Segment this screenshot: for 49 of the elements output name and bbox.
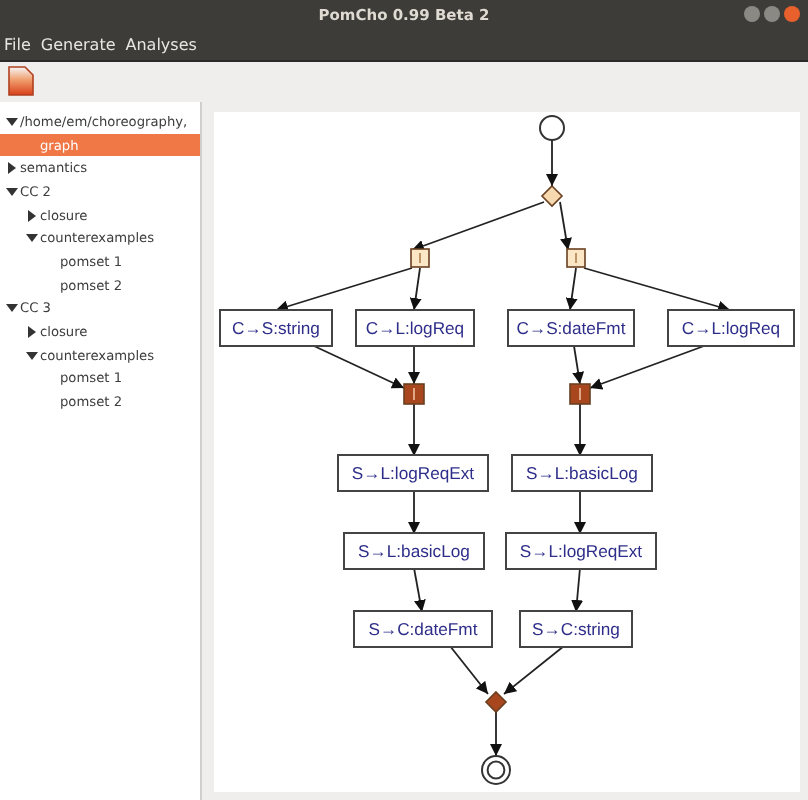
minimize-button[interactable] bbox=[744, 6, 760, 22]
collapsed-arrow-icon[interactable] bbox=[26, 326, 38, 339]
message-node: S→C:string bbox=[519, 610, 633, 648]
expanded-arrow-icon[interactable] bbox=[6, 115, 18, 128]
message-node: C→L:logReq bbox=[355, 309, 475, 347]
fork-gate bbox=[566, 248, 586, 268]
edge-arrow bbox=[574, 403, 586, 457]
message-node: C→L:logReq bbox=[667, 309, 795, 347]
edge-arrow bbox=[574, 489, 586, 535]
edge-arrow bbox=[408, 345, 420, 385]
edge-arrow bbox=[572, 345, 585, 385]
edge-arrow bbox=[411, 201, 545, 252]
expanded-arrow-icon[interactable] bbox=[26, 232, 38, 245]
menu-item[interactable]: File bbox=[4, 35, 31, 53]
expanded-arrow-icon[interactable] bbox=[6, 185, 18, 198]
expanded-arrow-icon[interactable] bbox=[26, 349, 38, 362]
edge-arrow bbox=[571, 567, 584, 613]
collapsed-arrow-icon[interactable] bbox=[26, 209, 38, 222]
choice-gate bbox=[540, 184, 564, 208]
fork-gate bbox=[410, 248, 430, 268]
message-node: C→S:string bbox=[219, 309, 333, 347]
join-gate bbox=[569, 383, 591, 405]
edge-arrow bbox=[565, 267, 578, 311]
menu-item[interactable]: Generate bbox=[40, 35, 116, 53]
message-node: S→L:logReqExt bbox=[505, 532, 657, 570]
message-node: S→C:dateFmt bbox=[353, 610, 493, 648]
collapsed-arrow-icon[interactable] bbox=[6, 162, 18, 175]
message-node: C→S:dateFmt bbox=[507, 309, 635, 347]
expanded-arrow-icon[interactable] bbox=[6, 302, 18, 315]
edge-arrow bbox=[449, 645, 489, 695]
join-gate bbox=[403, 383, 425, 405]
edge-arrow bbox=[589, 345, 705, 390]
message-node: S→L:basicLog bbox=[511, 454, 653, 492]
merge-gate bbox=[484, 690, 508, 714]
message-node: S→L:basicLog bbox=[343, 532, 485, 570]
document-icon[interactable] bbox=[8, 65, 34, 95]
message-node: S→L:logReqExt bbox=[337, 454, 489, 492]
menu-item[interactable]: Analyses bbox=[125, 35, 197, 53]
edge-arrow bbox=[490, 711, 502, 757]
end-node bbox=[481, 755, 511, 785]
close-button[interactable] bbox=[784, 6, 800, 22]
edge-arrow bbox=[546, 139, 558, 187]
edge-arrow bbox=[408, 489, 420, 535]
edge-arrow bbox=[408, 403, 420, 457]
edge-arrow bbox=[559, 201, 572, 251]
edge-arrow bbox=[313, 345, 405, 389]
edge-arrow bbox=[413, 567, 426, 613]
edge-arrow bbox=[503, 645, 565, 695]
maximize-button[interactable] bbox=[764, 6, 780, 22]
